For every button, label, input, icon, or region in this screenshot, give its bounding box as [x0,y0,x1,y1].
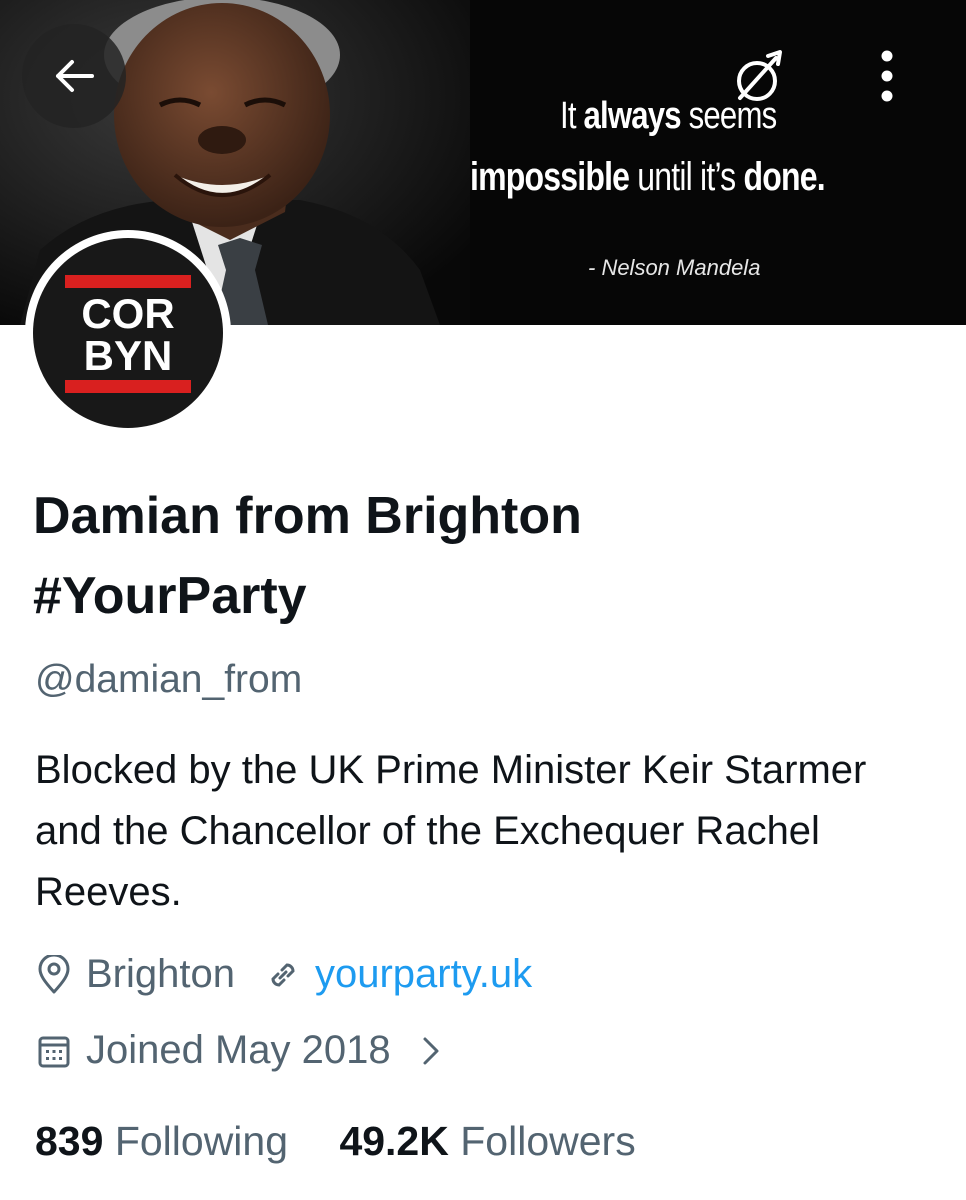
back-button[interactable] [22,24,126,128]
link-icon [265,957,301,993]
more-options-button[interactable] [860,44,914,108]
display-name: Damian from Brighton #YourParty [33,476,933,636]
follow-stats: 839 Following 49.2K Followers [35,1118,636,1165]
followers-label: Followers [460,1118,636,1164]
logo-top-bar [65,275,191,288]
mask-icon[interactable] [728,48,790,110]
corbyn-logo: COR BYN [33,238,223,428]
display-name-line1: Damian from Brighton [33,487,582,545]
banner-quote-author: - Nelson Mandela [588,255,761,280]
profile-meta-row: Brighton yourparty.uk [36,952,532,997]
following-link[interactable]: 839 Following [35,1118,288,1164]
followers-count: 49.2K [339,1118,449,1164]
logo-bottom-bar [65,380,191,393]
logo-line2: BYN [83,332,173,379]
more-vertical-icon [881,50,893,102]
chevron-right-icon[interactable] [421,1035,441,1067]
joined-date: Joined May 2018 [86,1028,391,1072]
back-arrow-icon [56,60,94,92]
website-link[interactable]: yourparty.uk [315,952,532,997]
logo-line1: COR [81,290,175,337]
display-name-line2: #YourParty [33,567,307,625]
location-text: Brighton [86,952,235,996]
profile-bio: Blocked by the UK Prime Minister Keir St… [35,748,867,914]
joined-row[interactable]: Joined May 2018 [36,1028,455,1073]
calendar-icon [36,1032,72,1070]
followers-link[interactable]: 49.2K Followers [339,1118,635,1164]
following-count: 839 [35,1118,104,1164]
following-label: Following [114,1118,289,1164]
profile-avatar[interactable]: COR BYN [25,230,231,436]
location-pin-icon [36,954,72,995]
user-handle: @damian_from [35,658,303,701]
banner-quote-line2: impossible until it’s done. [470,155,826,199]
